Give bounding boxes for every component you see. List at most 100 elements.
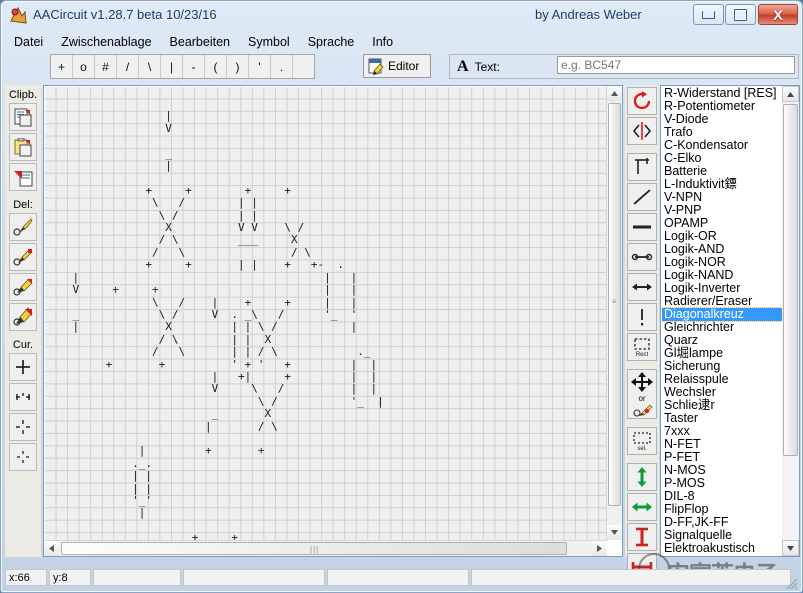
cursor-plus-button[interactable] [9, 353, 37, 381]
menu-item-zwischenablage[interactable]: Zwischenablage [52, 33, 160, 51]
char-button-pipe[interactable]: | [161, 55, 183, 78]
canvas-scroll-right-button[interactable] [592, 541, 607, 556]
char-button-o[interactable]: o [73, 55, 95, 78]
status-bar: x:66 y:8 [5, 567, 800, 588]
minimize-button[interactable] [693, 4, 724, 25]
char-button-backslash[interactable]: \ [139, 55, 161, 78]
status-cell-3 [327, 569, 469, 586]
mirror-button[interactable] [627, 117, 657, 145]
cursor-dotted-button[interactable] [9, 443, 37, 471]
rect-button[interactable]: Rect [627, 333, 657, 361]
stretch-vertical-button[interactable] [627, 523, 657, 551]
chevron-up-icon [611, 91, 618, 96]
menu-item-datei[interactable]: Datei [5, 33, 52, 51]
mirror-vertical-button[interactable] [627, 463, 657, 491]
diagonal-line-button[interactable] [627, 183, 657, 211]
canvas-scroll-up-button[interactable] [607, 86, 622, 101]
cursor-horizontal-button[interactable] [9, 383, 37, 411]
line-endpoints-button[interactable] [627, 243, 657, 271]
svg-text:Rect: Rect [636, 352, 649, 357]
char-button-slash[interactable]: / [117, 55, 139, 78]
eraser-large-button[interactable] [9, 273, 37, 301]
menu-item-sprache[interactable]: Sprache [299, 33, 364, 51]
scroll-grip-icon: ≡ [612, 297, 618, 306]
app-icon [10, 6, 27, 24]
move-or-draw-button[interactable]: or [627, 369, 657, 419]
canvas-vertical-scroll-thumb[interactable]: ≡ [608, 103, 621, 506]
copy-to-clipboard-button[interactable] [9, 103, 37, 131]
character-palette: + o # / \ | - ( ) ' . [50, 54, 315, 79]
cursor-cross-icon [16, 420, 30, 434]
title-bar[interactable]: AACircuit v1.28.7 beta 10/23/16 by Andre… [1, 1, 803, 31]
scroll-grip-icon: ||| [310, 545, 320, 554]
list-scroll-down-button[interactable] [782, 540, 799, 556]
mirror-horizontal-button[interactable] [627, 493, 657, 521]
eraser-small-button[interactable] [9, 213, 37, 241]
move-or-draw-icon: or [631, 372, 653, 417]
eraser-small-icon [13, 218, 33, 236]
char-button-apostrophe[interactable]: ' [249, 55, 271, 78]
canvas-scroll-left-button[interactable] [44, 541, 59, 556]
application-window: AACircuit v1.28.7 beta 10/23/16 by Andre… [0, 0, 803, 593]
close-button[interactable]: X [758, 4, 798, 25]
chevron-right-icon [597, 545, 602, 552]
svg-text:or: or [638, 394, 645, 403]
line-vertical-dot-button[interactable] [627, 303, 657, 331]
window-title: AACircuit v1.28.7 beta 10/23/16 [33, 7, 217, 22]
window-author: by Andreas Weber [535, 7, 642, 22]
resize-grip-icon[interactable] [784, 576, 798, 590]
mirror-horizontal-icon [632, 502, 652, 512]
canvas-horizontal-scrollbar[interactable]: ||| [44, 540, 607, 556]
char-button-paren-open[interactable]: ( [205, 55, 227, 78]
line-vertical-dot-icon [641, 309, 644, 326]
chevron-left-icon [49, 545, 54, 552]
canvas-vertical-scrollbar[interactable]: ≡ [606, 86, 622, 540]
arrow-horizontal-button[interactable] [627, 273, 657, 301]
char-button-hash[interactable]: # [95, 55, 117, 78]
menu-item-info[interactable]: Info [363, 33, 402, 51]
drawing-canvas-panel[interactable]: | V _ | + + + + \ / | | \ / | | X V V \ … [43, 85, 623, 557]
paste-from-clipboard-icon [14, 137, 31, 156]
mirror-vertical-icon [637, 467, 647, 487]
editor-button[interactable]: Editor [363, 54, 431, 78]
straight-line-button[interactable] [627, 213, 657, 241]
cursor-cross-button[interactable] [9, 413, 37, 441]
ascii-canvas[interactable]: | V _ | + + + + \ / | | \ / | | X V V \ … [45, 87, 608, 541]
select-icon: sel. [633, 432, 651, 451]
corner-line-icon [635, 158, 649, 174]
maximize-button[interactable] [725, 4, 756, 25]
eraser-block-button[interactable] [9, 303, 37, 331]
close-icon: X [773, 6, 783, 23]
char-button-plus[interactable]: + [51, 55, 73, 78]
menu-bar: Datei Zwischenablage Bearbeiten Symbol S… [5, 32, 800, 51]
char-button-dash[interactable]: - [183, 55, 205, 78]
straight-line-icon [633, 225, 651, 229]
rotate-icon [633, 91, 651, 110]
symbol-listbox[interactable]: R-Widerstand [RES] R-Potentiometer V-Dio… [660, 85, 800, 557]
cut-to-clipboard-button[interactable] [9, 163, 37, 191]
char-button-paren-close[interactable]: ) [227, 55, 249, 78]
rotate-button[interactable] [627, 87, 657, 115]
paste-from-clipboard-button[interactable] [9, 133, 37, 161]
chevron-up-icon [787, 91, 794, 97]
list-scroll-up-button[interactable] [782, 86, 799, 102]
char-button-period[interactable]: . [271, 55, 293, 78]
list-vertical-scroll-thumb[interactable] [783, 104, 798, 456]
delete-group-label: Del: [13, 199, 33, 211]
corner-line-button[interactable] [627, 153, 657, 181]
char-button-space[interactable] [293, 55, 314, 78]
eraser-medium-button[interactable] [9, 243, 37, 271]
canvas-scroll-down-button[interactable] [607, 525, 622, 540]
editor-button-label: Editor [388, 59, 420, 73]
menu-item-bearbeiten[interactable]: Bearbeiten [161, 33, 239, 51]
menu-item-symbol[interactable]: Symbol [239, 33, 299, 51]
select-button[interactable]: sel. [627, 427, 657, 455]
tool-divider [625, 455, 659, 461]
symbol-list-items: R-Widerstand [RES] R-Potentiometer V-Dio… [662, 87, 782, 555]
cursor-horizontal-icon [16, 393, 30, 400]
text-input[interactable] [557, 56, 795, 74]
symbol-list-vertical-scrollbar[interactable] [782, 86, 799, 556]
canvas-horizontal-scroll-thumb[interactable]: ||| [61, 542, 567, 555]
cursor-dotted-icon [17, 451, 29, 463]
status-cell-4 [471, 569, 791, 586]
